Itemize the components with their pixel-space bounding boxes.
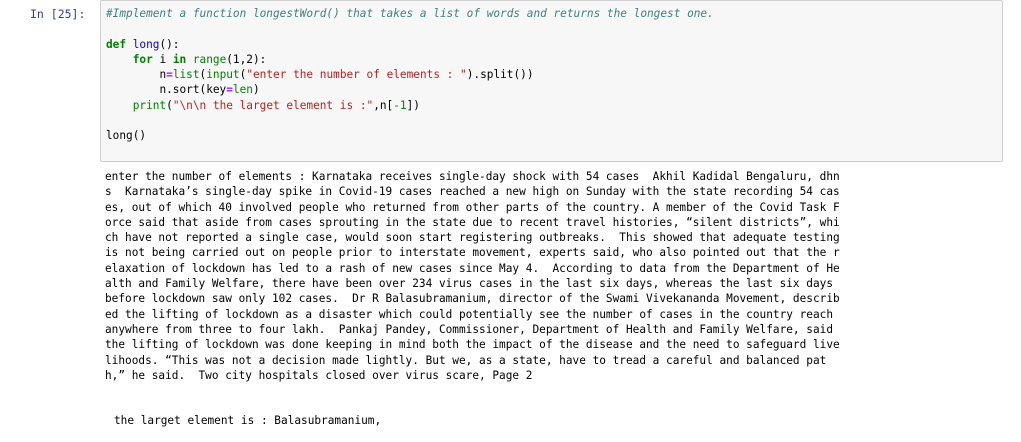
split-call: ).split()) [466,68,534,82]
stream-line: orce said that aside from cases sproutin… [105,215,840,229]
stream-line: is not being carried out on people prior… [105,246,840,260]
assign-op: = [166,68,173,82]
input-prompt: In [25]: [30,7,86,21]
stream-line: h,” he said. Two city hospitals closed o… [105,368,533,382]
stream-line: enter the number of elements : Karnataka… [105,170,840,183]
range-builtin: range [186,52,227,66]
stream-line: alth and Family Welfare, there have been… [105,277,834,291]
print-string: "\n\n the larget element is :" [172,98,374,112]
stream-line: anywhere from three to four lakh. Pankaj… [105,322,834,336]
def-signature: (): [159,37,180,51]
range-args: (1,2): [226,52,267,66]
stream-line: es, out of which 40 involved people who … [105,200,840,214]
result-output: the larget element is : Balasubramanium, [114,414,382,427]
notebook-cell: In [25]: #Implement a function longestWo… [0,0,1021,442]
for-keyword: for [132,52,153,66]
def-keyword: def [106,37,127,51]
paren-close: ) [252,83,260,97]
list-builtin: list [172,68,200,82]
function-name: long [132,37,160,51]
function-call: long() [106,129,147,143]
stream-line: lihoods. “This was not a decision made l… [105,353,827,367]
input-prompt-string: "enter the number of elements : " [246,68,467,82]
index-number: -1 [393,98,407,112]
in-keyword: in [172,52,187,66]
stdout-stream: enter the number of elements : Karnataka… [105,169,995,383]
print-mid: ,n[ [373,98,394,112]
stream-line: the lifting of lockdown was done keeping… [105,338,840,352]
print-builtin: print [132,98,167,112]
stream-line: s Karnataka’s single-day spike in Covid-… [105,185,840,199]
code-input-area[interactable]: #Implement a function longestWord() that… [100,0,1003,162]
output-area: enter the number of elements : Karnataka… [105,169,995,383]
stream-line: ed the lifting of lockdown as a disaster… [105,307,834,321]
sort-call: n.sort(key [159,83,227,97]
code-comment: #Implement a function longestWord() that… [106,7,714,20]
input-builtin: input [206,68,240,82]
stream-line: ch have not reported a single case, woul… [105,231,840,245]
stream-line: elaxation of lockdown has led to a rash … [105,261,840,275]
print-close: ]) [406,98,420,112]
assign-op-2: = [226,83,233,97]
code-editor[interactable]: #Implement a function longestWord() that… [106,6,714,144]
len-builtin: len [232,83,253,97]
stream-line: before lockdown saw only 102 cases. Dr R… [105,292,840,306]
print-open: ( [166,98,173,112]
loop-variable: i [152,52,173,66]
